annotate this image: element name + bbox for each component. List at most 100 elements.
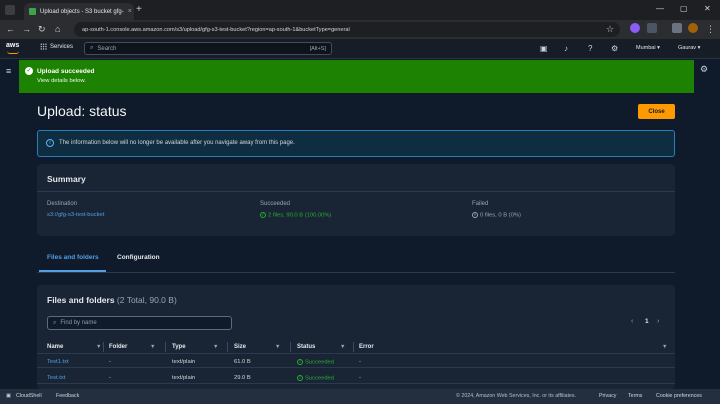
close-tab-icon[interactable]: × — [128, 8, 132, 15]
tab-menu-icon[interactable] — [5, 5, 15, 15]
active-tab-indicator — [39, 270, 106, 272]
column-header-status[interactable]: Status — [297, 344, 315, 350]
help-icon[interactable]: ? — [588, 44, 592, 54]
s3-favicon-icon — [29, 8, 36, 15]
cloudshell-link[interactable]: CloudShell — [16, 393, 42, 399]
search-icon: ⌕ — [90, 45, 94, 51]
cookie-preferences-link[interactable]: Cookie preferences — [656, 393, 702, 399]
table-row — [37, 356, 675, 368]
url-text: ap-south-1.console.aws.amazon.com/s3/upl… — [82, 26, 350, 33]
file-status-text: Succeeded — [305, 359, 335, 366]
sort-caret-icon[interactable]: ▼ — [96, 344, 101, 350]
cloudshell-footer-icon[interactable]: ▣ — [6, 393, 11, 399]
account-menu[interactable]: Gaurav ▾ — [678, 45, 700, 51]
tab-files-and-folders[interactable]: Files and folders — [47, 254, 99, 261]
file-name-link[interactable]: Test1.txt — [47, 359, 69, 365]
files-count: (2 Total, 90.0 B) — [116, 295, 177, 305]
info-icon: i — [46, 139, 54, 147]
close-button[interactable]: Close — [638, 104, 675, 119]
column-separator — [353, 342, 354, 352]
browser-tab-title: Upload objects - S3 bucket gfg- — [40, 8, 124, 15]
feedback-link[interactable]: Feedback — [56, 393, 79, 399]
failed-value: × 0 files, 0 B (0%) — [472, 212, 521, 219]
success-check-icon: ✓ — [297, 359, 303, 365]
services-menu-button[interactable]: Services — [40, 43, 73, 50]
extension-icon[interactable] — [630, 23, 640, 33]
column-header-size[interactable]: Size — [234, 344, 246, 350]
profile-avatar[interactable] — [688, 23, 698, 33]
aws-search-input[interactable]: ⌕ Search [Alt+S] — [84, 42, 332, 55]
privacy-link[interactable]: Privacy — [599, 393, 616, 399]
previous-page-icon[interactable]: ‹ — [631, 318, 633, 325]
file-error: - — [359, 359, 361, 365]
forward-icon[interactable]: → — [22, 22, 31, 36]
browser-tab[interactable]: Upload objects - S3 bucket gfg- × — [24, 3, 134, 20]
page-title: Upload: status — [37, 103, 127, 119]
column-separator — [103, 342, 104, 352]
column-header-type[interactable]: Type — [172, 344, 186, 350]
destination-link[interactable]: s3://gfg-s3-test-bucket — [47, 212, 104, 218]
file-size: 61.0 B — [234, 359, 251, 365]
address-bar[interactable]: ap-south-1.console.aws.amazon.com/s3/upl… — [74, 22, 620, 37]
table-header — [37, 340, 675, 354]
column-separator — [290, 342, 291, 352]
next-page-icon[interactable]: › — [657, 318, 659, 325]
search-icon: ⌕ — [53, 319, 57, 326]
reload-icon[interactable]: ↻ — [38, 22, 46, 36]
maximize-icon[interactable]: ▢ — [680, 4, 688, 13]
sort-caret-icon[interactable]: ▼ — [275, 344, 280, 350]
terms-link[interactable]: Terms — [628, 393, 642, 399]
file-status: ✓ Succeeded — [297, 359, 334, 366]
file-name-link[interactable]: Test.txt — [47, 375, 65, 381]
column-header-name[interactable]: Name — [47, 344, 63, 350]
sort-caret-icon[interactable]: ▼ — [662, 344, 667, 350]
find-by-name-input[interactable]: ⌕ Find by name — [47, 316, 232, 330]
failed-x-icon: × — [472, 212, 478, 218]
services-label: Services — [50, 43, 74, 50]
table-row — [37, 372, 675, 384]
back-icon[interactable]: ← — [6, 22, 15, 36]
page-number[interactable]: 1 — [645, 318, 649, 325]
summary-title: Summary — [47, 174, 86, 184]
sort-caret-icon[interactable]: ▼ — [213, 344, 218, 350]
region-selector[interactable]: Mumbai ▾ — [636, 45, 660, 51]
success-check-icon: ✓ — [260, 212, 266, 218]
files-title-text: Files and folders — [47, 295, 115, 305]
aws-logo[interactable]: aws — [6, 42, 19, 50]
search-shortcut: [Alt+S] — [309, 45, 326, 52]
new-tab-button[interactable]: + — [136, 4, 142, 16]
column-header-folder[interactable]: Folder — [109, 344, 127, 350]
close-window-icon[interactable]: ✕ — [704, 4, 711, 13]
column-separator — [165, 342, 166, 352]
column-header-error[interactable]: Error — [359, 344, 374, 350]
page-settings-icon[interactable]: ⚙ — [700, 64, 708, 75]
summary-card — [37, 164, 675, 236]
tab-configuration[interactable]: Configuration — [117, 254, 160, 261]
hamburger-menu-icon[interactable]: ≡ — [6, 66, 11, 76]
file-status: ✓ Succeeded — [297, 375, 334, 382]
failed-text: 0 files, 0 B (0%) — [480, 212, 521, 219]
bookmark-star-icon[interactable]: ☆ — [606, 22, 614, 36]
home-icon[interactable]: ⌂ — [55, 22, 60, 36]
notifications-bell-icon[interactable]: ♪ — [564, 44, 568, 54]
file-size: 29.0 B — [234, 375, 251, 381]
succeeded-value: ✓ 2 files, 90.0 B (100.00%) — [260, 212, 331, 219]
info-alert-text: The information below will no longer be … — [59, 140, 295, 146]
sort-caret-icon[interactable]: ▼ — [340, 344, 345, 350]
find-placeholder: Find by name — [60, 320, 97, 326]
failed-label: Failed — [472, 201, 489, 207]
settings-gear-icon[interactable]: ⚙ — [611, 44, 618, 54]
extensions-puzzle-icon[interactable] — [647, 23, 657, 33]
grid-icon — [40, 43, 47, 50]
minimize-icon[interactable]: — — [656, 4, 664, 13]
sidebar-icon[interactable] — [672, 23, 682, 33]
copyright-text: © 2024, Amazon Web Services, Inc. or its… — [456, 393, 576, 399]
sort-caret-icon[interactable]: ▼ — [150, 344, 155, 350]
banner-title: Upload succeeded — [37, 68, 95, 75]
cloudshell-icon[interactable]: ▣ — [540, 44, 548, 54]
browser-menu-icon[interactable]: ⋮ — [706, 22, 715, 36]
success-banner — [19, 60, 694, 93]
file-error: - — [359, 375, 361, 381]
file-status-text: Succeeded — [305, 375, 335, 382]
column-separator — [227, 342, 228, 352]
